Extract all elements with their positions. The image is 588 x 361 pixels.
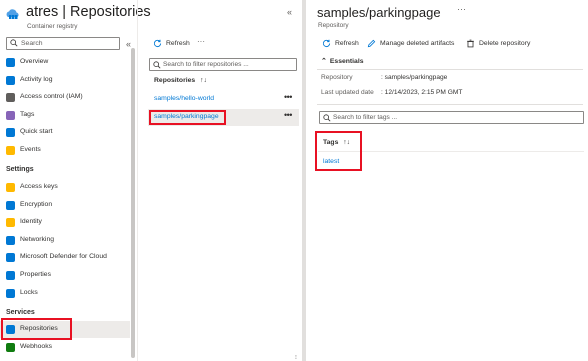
sidebar-item-label: Access keys: [20, 183, 58, 190]
essentials-heading: Essentials: [329, 58, 364, 65]
sidebar-item-overview[interactable]: Overview: [0, 54, 130, 71]
repositories-column-header[interactable]: Repositories ↑↓: [154, 77, 207, 84]
sidebar-item-activity-log[interactable]: Activity log: [0, 72, 130, 89]
repo-refresh-label: Refresh: [335, 40, 359, 47]
repository-row[interactable]: samples/hello-world •••: [148, 91, 299, 108]
sidebar-item-label: Networking: [20, 235, 54, 243]
quick-start-icon: [6, 128, 15, 138]
sidebar-item-identity[interactable]: Identity: [0, 214, 130, 231]
more-options-button[interactable]: ···: [197, 37, 205, 46]
chevron-up-icon: ⌃: [321, 58, 327, 65]
sidebar-item-locks[interactable]: Locks: [0, 285, 130, 302]
tag-icon: [6, 110, 15, 120]
blade-splitter[interactable]: [302, 0, 306, 361]
sidebar-item-quick-start[interactable]: Quick start: [0, 124, 130, 141]
repo-refresh-button[interactable]: Refresh: [322, 38, 364, 50]
identity-icon: [6, 218, 15, 228]
lock-icon: [6, 288, 15, 298]
highlight-repositories-nav: [1, 318, 72, 340]
resource-title: atres | Repositories: [26, 4, 151, 20]
essentials-label: Repository: [321, 74, 353, 81]
sidebar-item-label: Identity: [20, 218, 42, 226]
resource-type: Container registry: [27, 23, 78, 30]
overview-icon: [6, 58, 15, 67]
sidebar-item-encryption[interactable]: Encryption: [0, 197, 130, 214]
sidebar-item-label: Events: [20, 146, 41, 153]
manage-deleted-artifacts-button[interactable]: Manage deleted artifacts: [367, 38, 462, 50]
shield-icon: [6, 200, 15, 210]
resource-menu-blade: atres | Repositories Container registry …: [0, 0, 151, 361]
pencil-icon: [367, 39, 376, 48]
sidebar-item-label: Microsoft Defender for Cloud: [20, 253, 107, 261]
services-section-heading: Services: [6, 309, 35, 316]
refresh-icon: [153, 39, 162, 48]
sidebar-item-networking[interactable]: Networking: [0, 232, 130, 249]
activity-log-icon: [6, 75, 15, 85]
sidebar-item-tags[interactable]: Tags: [0, 107, 130, 124]
splitter-grip-icon: ⁝: [295, 355, 297, 361]
highlight-selected-repo: [149, 110, 226, 125]
repository-title: samples/parkingpage: [317, 5, 441, 20]
collapse-menu-button[interactable]: «: [126, 39, 131, 49]
repository-link[interactable]: samples/hello-world: [154, 95, 214, 102]
webhooks-icon: [6, 342, 15, 352]
sidebar-item-label: Properties: [20, 271, 51, 278]
repositories-header-label: Repositories: [154, 77, 196, 84]
sidebar-item-access-control-iam[interactable]: Access control (IAM): [0, 89, 130, 106]
manage-deleted-artifacts-label: Manage deleted artifacts: [380, 40, 455, 47]
search-icon: [153, 61, 161, 69]
sidebar-item-label: Overview: [20, 58, 49, 65]
menu-scrollbar[interactable]: [131, 48, 135, 358]
settings-section-heading: Settings: [6, 166, 34, 173]
refresh-label: Refresh: [166, 40, 190, 47]
essentials-toggle[interactable]: ⌃ Essentials: [321, 57, 364, 65]
row-more-button[interactable]: •••: [284, 110, 292, 120]
trash-icon: [467, 39, 474, 48]
tag-search-placeholder: Search to filter tags ...: [333, 114, 398, 121]
sidebar-item-label: Webhooks: [20, 342, 52, 350]
search-icon: [323, 114, 331, 122]
repository-more-button[interactable]: ···: [457, 4, 466, 14]
sidebar-item-label: Access control (IAM): [20, 93, 83, 101]
search-icon: [10, 39, 18, 47]
iam-icon: [6, 93, 15, 103]
events-icon: [6, 146, 15, 155]
essentials-label: Last updated date: [321, 89, 374, 96]
container-registry-logo-icon: [6, 9, 19, 19]
repository-search-placeholder: Search to filter repositories ...: [163, 61, 249, 68]
collapse-blade-button[interactable]: «: [287, 7, 292, 17]
blade-divider: [137, 0, 138, 361]
sidebar-item-properties[interactable]: Properties: [0, 267, 130, 284]
highlight-tags: [315, 131, 362, 171]
essentials-divider: [317, 69, 583, 70]
delete-repository-label: Delete repository: [479, 40, 531, 47]
sidebar-item-events[interactable]: Events: [0, 142, 130, 159]
key-icon: [6, 183, 15, 192]
delete-repository-button[interactable]: Delete repository: [466, 38, 536, 50]
properties-icon: [6, 271, 15, 280]
sidebar-item-label: Quick start: [20, 128, 53, 136]
essentials-value: : 12/14/2023, 2:15 PM GMT: [381, 89, 463, 96]
row-more-button[interactable]: •••: [284, 92, 292, 102]
sidebar-item-webhooks[interactable]: Webhooks: [0, 339, 130, 356]
defender-icon: [6, 253, 15, 263]
repository-search-input[interactable]: Search to filter repositories ...: [149, 58, 297, 71]
sidebar-item-label: Locks: [20, 288, 38, 296]
menu-search-input[interactable]: Search: [6, 37, 120, 50]
essentials-bottom-divider: [317, 104, 583, 105]
menu-search-placeholder: Search: [21, 40, 43, 47]
networking-icon: [6, 235, 15, 245]
sidebar-item-label: Encryption: [20, 200, 53, 208]
tag-search-input[interactable]: Search to filter tags ...: [319, 111, 584, 124]
sidebar-item-label: Tags: [20, 110, 35, 118]
sort-icon[interactable]: ↑↓: [200, 77, 207, 84]
sidebar-item-label: Activity log: [20, 75, 53, 83]
refresh-icon: [322, 39, 331, 48]
sidebar-item-access-keys[interactable]: Access keys: [0, 179, 130, 196]
essentials-value: : samples/parkingpage: [381, 74, 448, 81]
sidebar-item-microsoft-defender-for-cloud[interactable]: Microsoft Defender for Cloud: [0, 249, 130, 266]
repository-type: Repository: [318, 22, 349, 29]
